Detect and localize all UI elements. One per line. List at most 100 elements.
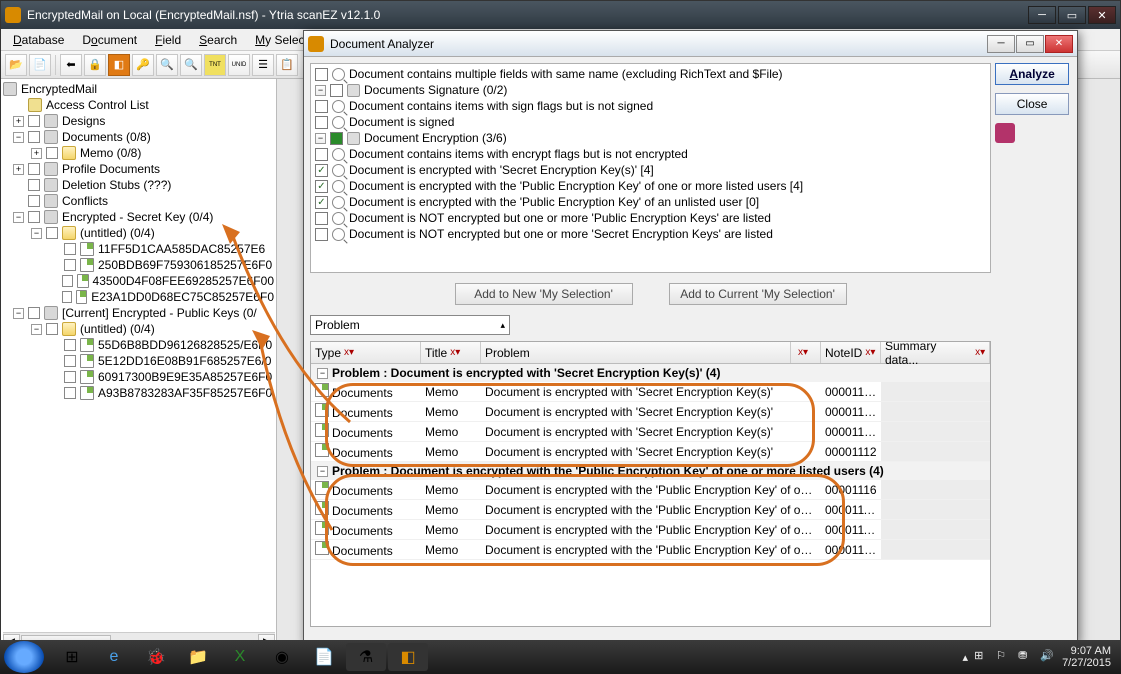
checkbox[interactable]	[46, 323, 58, 335]
filter-icon[interactable]: x▾	[450, 347, 460, 358]
collapse-icon[interactable]: −	[13, 132, 24, 143]
collapse-icon[interactable]: −	[31, 324, 42, 335]
add-to-new-selection-button[interactable]: Add to New 'My Selection'	[455, 283, 633, 305]
tree-untitled-1[interactable]: −(untitled) (0/4)	[1, 225, 276, 241]
check-enc-secret[interactable]: Document is encrypted with 'Secret Encry…	[313, 162, 988, 178]
group-secret-key[interactable]: −Problem : Document is encrypted with 'S…	[311, 364, 990, 382]
col-problem[interactable]: Problem	[481, 342, 791, 363]
add-to-current-selection-button[interactable]: Add to Current 'My Selection'	[669, 283, 847, 305]
table-row[interactable]: DocumentsMemoDocument is encrypted with …	[311, 540, 990, 560]
checkbox[interactable]	[46, 147, 58, 159]
toolbar-btn-5[interactable]: ◧	[108, 54, 130, 76]
checkbox[interactable]	[28, 307, 40, 319]
toolbar-btn-3[interactable]: ⬅	[60, 54, 82, 76]
check-enc-header[interactable]: −Document Encryption (3/6)	[313, 130, 988, 146]
checkbox[interactable]	[315, 116, 328, 129]
checkbox-checked[interactable]	[315, 196, 328, 209]
close-button[interactable]: Close	[995, 93, 1069, 115]
tree-doc-sk-3[interactable]: E23A1DD0D68EC75C85257E6F0	[1, 289, 276, 305]
tree-untitled-2[interactable]: −(untitled) (0/4)	[1, 321, 276, 337]
toolbar-btn-2[interactable]: 📄	[29, 54, 51, 76]
menu-search[interactable]: Search	[191, 31, 245, 49]
check-sig-header[interactable]: −Documents Signature (0/2)	[313, 82, 988, 98]
analyze-button[interactable]: Analyze	[995, 63, 1069, 85]
col-summary[interactable]: Summary data...x▾	[881, 342, 990, 363]
checkbox[interactable]	[64, 371, 76, 383]
checkbox[interactable]	[315, 100, 328, 113]
checkbox[interactable]	[315, 228, 328, 241]
toolbar-btn-8[interactable]: 🔍	[180, 54, 202, 76]
table-row[interactable]: DocumentsMemoDocument is encrypted with …	[311, 500, 990, 520]
check-not-enc-sec[interactable]: Document is NOT encrypted but one or mor…	[313, 226, 988, 242]
group-public-key[interactable]: −Problem : Document is encrypted with th…	[311, 462, 990, 480]
taskbar-app-2[interactable]: 🐞	[136, 643, 176, 671]
analysis-checklist[interactable]: Document contains multiple fields with s…	[310, 63, 991, 273]
start-button[interactable]	[4, 641, 44, 673]
checkbox[interactable]	[28, 179, 40, 191]
checkbox-checked[interactable]	[315, 180, 328, 193]
toolbar-btn-10[interactable]: UNID	[228, 54, 250, 76]
groupby-dropdown[interactable]: Problem ▴	[310, 315, 510, 335]
menu-database[interactable]: Database	[5, 31, 72, 49]
checkbox[interactable]	[28, 163, 40, 175]
tree-acl[interactable]: Access Control List	[1, 97, 276, 113]
collapse-icon[interactable]: −	[317, 466, 328, 477]
tray-flag-icon[interactable]: ⚐	[996, 649, 1012, 665]
maximize-button[interactable]: ▭	[1058, 6, 1086, 24]
taskbar-app-4[interactable]: ⚗	[346, 643, 386, 671]
collapse-icon[interactable]: −	[13, 308, 24, 319]
tray-icon-1[interactable]: ⊞	[974, 649, 990, 665]
menu-field[interactable]: Field	[147, 31, 189, 49]
taskbar-explorer[interactable]: 📁	[178, 643, 218, 671]
filter-icon[interactable]: x▾	[344, 347, 354, 358]
toolbar-btn-1[interactable]: 📂	[5, 54, 27, 76]
expand-icon[interactable]: +	[31, 148, 42, 159]
tree-root[interactable]: EncryptedMail	[1, 81, 276, 97]
tree-encrypted-public[interactable]: −[Current] Encrypted - Public Keys (0/	[1, 305, 276, 321]
tree-conflicts[interactable]: Conflicts	[1, 193, 276, 209]
collapse-icon[interactable]: −	[317, 368, 328, 379]
checkbox[interactable]	[28, 211, 40, 223]
toolbar-btn-9[interactable]: TNT	[204, 54, 226, 76]
checkbox[interactable]	[64, 355, 76, 367]
close-button[interactable]: ✕	[1088, 6, 1116, 24]
table-row[interactable]: DocumentsMemoDocument is encrypted with …	[311, 402, 990, 422]
checkbox[interactable]	[330, 132, 343, 145]
filter-icon[interactable]: x▾	[975, 347, 985, 358]
check-multi-fields[interactable]: Document contains multiple fields with s…	[313, 66, 988, 82]
tree-stubs[interactable]: Deletion Stubs (???)	[1, 177, 276, 193]
taskbar-ie[interactable]: e	[94, 643, 134, 671]
checkbox[interactable]	[315, 212, 328, 225]
table-row[interactable]: DocumentsMemoDocument is encrypted with …	[311, 442, 990, 462]
collapse-icon[interactable]: −	[315, 133, 326, 144]
checkbox[interactable]	[64, 339, 76, 351]
taskbar-app-1[interactable]: ⊞	[52, 643, 92, 671]
checkbox[interactable]	[330, 84, 343, 97]
checkbox[interactable]	[315, 68, 328, 81]
toolbar-btn-12[interactable]: 📋	[276, 54, 298, 76]
table-row[interactable]: DocumentsMemoDocument is encrypted with …	[311, 382, 990, 402]
collapse-icon[interactable]: −	[31, 228, 42, 239]
col-type[interactable]: Typex▾	[311, 342, 421, 363]
collapse-icon[interactable]: −	[13, 212, 24, 223]
checkbox[interactable]	[46, 227, 58, 239]
checkbox[interactable]	[62, 291, 72, 303]
filter-icon[interactable]: x▾	[798, 347, 808, 358]
table-row[interactable]: DocumentsMemoDocument is encrypted with …	[311, 422, 990, 442]
toolbar-btn-11[interactable]: ☰	[252, 54, 274, 76]
taskbar-app-5[interactable]: ◧	[388, 643, 428, 671]
tree-designs[interactable]: +Designs	[1, 113, 276, 129]
check-is-signed[interactable]: Document is signed	[313, 114, 988, 130]
taskbar-clock[interactable]: 9:07 AM 7/27/2015	[1062, 645, 1111, 669]
expand-icon[interactable]: +	[13, 164, 24, 175]
tree-doc-pk-0[interactable]: 55D6B8BDD96126828525/E6F0	[1, 337, 276, 353]
check-enc-pub-listed[interactable]: Document is encrypted with the 'Public E…	[313, 178, 988, 194]
tree-doc-sk-0[interactable]: 11FF5D1CAA585DAC85257E6	[1, 241, 276, 257]
tree-panel[interactable]: EncryptedMail Access Control List +Desig…	[1, 79, 277, 649]
help-icon[interactable]	[995, 123, 1015, 143]
checkbox[interactable]	[28, 131, 40, 143]
col-spacer[interactable]: x▾	[791, 342, 821, 363]
check-enc-pub-unlisted[interactable]: Document is encrypted with the 'Public E…	[313, 194, 988, 210]
taskbar-excel[interactable]: X	[220, 643, 260, 671]
menu-document[interactable]: Document	[74, 31, 145, 49]
